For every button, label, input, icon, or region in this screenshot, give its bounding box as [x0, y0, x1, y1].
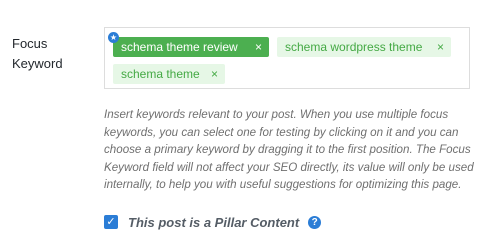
keyword-tag[interactable]: schema theme ×	[113, 64, 225, 84]
focus-keyword-section: Focus Keyword ★ schema theme review × sc…	[0, 0, 498, 252]
keyword-tag-text: schema theme review	[121, 40, 238, 54]
keyword-tag-text: schema theme	[121, 67, 200, 81]
primary-star-icon: ★	[108, 32, 119, 43]
pillar-content-checkbox[interactable]: ✓	[104, 215, 118, 229]
keyword-tag[interactable]: schema wordpress theme ×	[277, 37, 451, 57]
focus-keyword-description: Insert keywords relevant to your post. W…	[104, 108, 474, 191]
keyword-tag-text: schema wordpress theme	[285, 40, 423, 54]
pillar-content-option: ✓ This post is a Pillar Content ?	[104, 214, 322, 230]
remove-tag-icon[interactable]: ×	[211, 64, 218, 84]
focus-keyword-label: Focus Keyword	[12, 34, 82, 74]
remove-tag-icon[interactable]: ×	[255, 37, 262, 57]
pillar-content-label[interactable]: This post is a Pillar Content	[128, 215, 299, 230]
focus-keyword-input[interactable]: ★ schema theme review × schema wordpress…	[104, 27, 470, 89]
keyword-tag-primary[interactable]: ★ schema theme review ×	[108, 32, 269, 57]
remove-tag-icon[interactable]: ×	[437, 37, 444, 57]
help-icon[interactable]: ?	[308, 215, 322, 229]
focus-keyword-label-text: Focus Keyword	[12, 36, 63, 71]
